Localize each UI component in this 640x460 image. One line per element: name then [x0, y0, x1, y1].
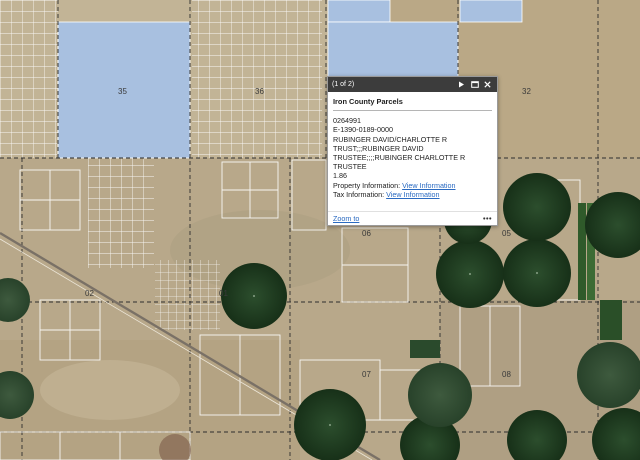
popup-title: Iron County Parcels [333, 97, 403, 106]
next-feature-button[interactable] [456, 79, 467, 90]
zoom-to-link[interactable]: Zoom to [333, 214, 359, 223]
highlighted-parcel[interactable] [459, 0, 523, 23]
crop-circle [577, 342, 640, 408]
close-icon [484, 81, 491, 88]
tax-info-link[interactable]: View Information [386, 190, 439, 199]
section-label-06: 06 [362, 229, 371, 238]
tax-info-label: Tax Information: [333, 189, 385, 199]
section-label-01: 01 [219, 289, 228, 298]
map-canvas [0, 0, 640, 460]
property-info-row: Property Information: View Information [333, 181, 492, 190]
popup-count: (1 of 2) [332, 81, 355, 88]
section-label-02: 02 [85, 289, 94, 298]
close-button[interactable] [482, 79, 493, 90]
section-label-35: 35 [118, 87, 127, 96]
section-label-32: 32 [522, 87, 531, 96]
maximize-button[interactable] [469, 79, 480, 90]
property-info-link[interactable]: View Information [402, 181, 455, 190]
highlighted-parcel[interactable] [327, 0, 391, 23]
account-number: E-1390-0189-0000 [333, 125, 393, 135]
crop-circle [503, 173, 571, 241]
map-view[interactable]: 35 36 32 02 01 06 05 07 08 [0, 0, 640, 460]
tax-info-row: Tax Information: View Information [333, 190, 492, 199]
popup-footer: Zoom to ••• [328, 211, 497, 225]
section-label-05: 05 [502, 229, 511, 238]
play-next-icon [459, 81, 464, 88]
subdivision-grid [192, 0, 322, 158]
acreage: 1.86 [333, 171, 347, 181]
crop-circle [408, 363, 472, 427]
more-actions-button[interactable]: ••• [483, 214, 492, 223]
subdivision-grid [155, 260, 220, 330]
popup-header: (1 of 2) [328, 77, 497, 92]
parcel-id: 0264991 [333, 116, 361, 126]
crop-strip [600, 300, 622, 340]
crop-strip [578, 203, 586, 300]
divider [333, 110, 492, 112]
owner-line: TRUSTEE [333, 162, 367, 172]
owner-line: TRUSTEE;;;;RUBINGER CHARLOTTE R [333, 153, 466, 163]
parcel-popup: (1 of 2) Iron County Parcels 0264991 E-1… [327, 76, 498, 226]
section-label-36: 36 [255, 87, 264, 96]
owner-line: TRUST;;;RUBINGER DAVID [333, 143, 424, 153]
crop-strip [410, 340, 440, 358]
property-info-label: Property Information: [333, 180, 401, 190]
popup-body: Iron County Parcels 0264991 E-1390-0189-… [328, 92, 497, 199]
subdivision-grid [88, 158, 154, 268]
subdivision-grid [0, 0, 58, 158]
section-label-08: 08 [502, 370, 511, 379]
section-label-07: 07 [362, 370, 371, 379]
owner-line: RUBINGER DAVID/CHARLOTTE R [333, 134, 448, 144]
maximize-icon [470, 81, 479, 88]
